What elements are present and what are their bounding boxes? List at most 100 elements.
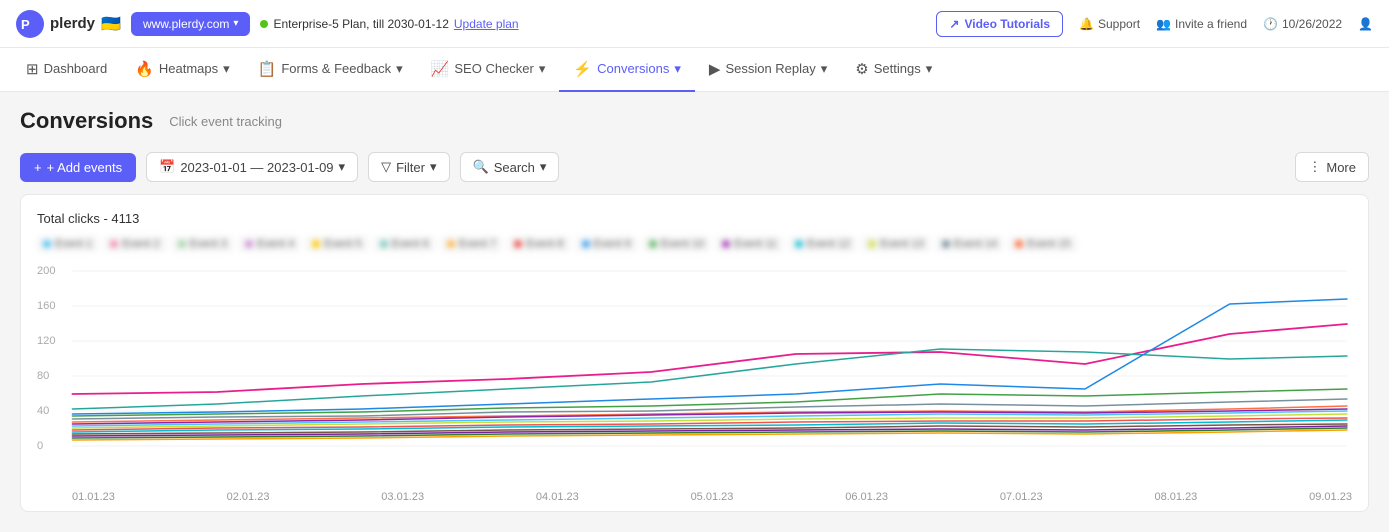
legend-item: Event 11 xyxy=(716,236,783,252)
x-axis-label: 07.01.23 xyxy=(1000,491,1043,503)
calendar-icon: 📅 xyxy=(159,159,175,175)
date-display: 🕐 10/26/2022 xyxy=(1263,17,1342,31)
legend-item: Event 15 xyxy=(1009,236,1076,252)
nav-heatmaps-label: Heatmaps xyxy=(159,61,218,76)
clock-icon: 🕐 xyxy=(1263,17,1278,31)
ukraine-flag: 🇺🇦 xyxy=(101,14,121,34)
site-url: www.plerdy.com xyxy=(143,17,229,31)
legend-item: Event 7 xyxy=(441,236,502,252)
chart-container: Total clicks - 4113 Event 1Event 2Event … xyxy=(20,194,1369,512)
search-chevron-icon: ▾ xyxy=(540,159,547,175)
svg-text:200: 200 xyxy=(37,265,56,277)
user-icon: 👤 xyxy=(1358,17,1373,31)
legend-item: Event 2 xyxy=(104,236,165,252)
svg-text:120: 120 xyxy=(37,335,56,347)
x-axis-label: 01.01.23 xyxy=(72,491,115,503)
seo-icon: 📈 xyxy=(431,60,450,78)
nav-item-session[interactable]: ▶ Session Replay ▾ xyxy=(695,48,841,92)
dashboard-icon: ⊞ xyxy=(26,60,39,78)
support-link[interactable]: 🔔 Support xyxy=(1079,17,1140,31)
nav-item-seo[interactable]: 📈 SEO Checker ▾ xyxy=(417,48,560,92)
x-axis-label: 08.01.23 xyxy=(1154,491,1197,503)
filter-button[interactable]: ▽ Filter ▾ xyxy=(368,152,449,182)
nav-dashboard-label: Dashboard xyxy=(44,61,108,76)
heatmaps-chevron-icon: ▾ xyxy=(223,61,230,77)
nav-settings-label: Settings xyxy=(874,61,921,76)
update-plan-link[interactable]: Update plan xyxy=(454,17,519,31)
plan-info: Enterprise-5 Plan, till 2030-01-12 Updat… xyxy=(260,17,518,31)
chevron-down-icon: ▾ xyxy=(233,18,238,29)
nav-session-label: Session Replay xyxy=(725,61,815,76)
video-tutorials-button[interactable]: ↗ Video Tutorials xyxy=(936,11,1063,37)
legend-item: Event 1 xyxy=(37,236,98,252)
legend-item: Event 8 xyxy=(508,236,569,252)
legend-item: Event 10 xyxy=(643,236,710,252)
svg-text:0: 0 xyxy=(37,440,43,452)
x-axis-label: 05.01.23 xyxy=(691,491,734,503)
filter-chevron-icon: ▾ xyxy=(430,159,437,175)
user-avatar[interactable]: 👤 xyxy=(1358,17,1373,31)
invite-link[interactable]: 👥 Invite a friend xyxy=(1156,17,1247,31)
legend-item: Event 5 xyxy=(306,236,367,252)
add-events-label: + Add events xyxy=(47,160,123,175)
legend-item: Event 13 xyxy=(862,236,929,252)
x-axis-label: 02.01.23 xyxy=(227,491,270,503)
site-button[interactable]: www.plerdy.com ▾ xyxy=(131,12,251,36)
more-label: More xyxy=(1326,160,1356,175)
nav-item-forms[interactable]: 📋 Forms & Feedback ▾ xyxy=(244,48,417,92)
conversions-icon: ⚡ xyxy=(573,60,592,78)
legend-item: Event 14 xyxy=(936,236,1003,252)
x-axis-label: 06.01.23 xyxy=(845,491,888,503)
chart-legend: Event 1 Event 2 Event 3 Event 4 Event 5 Event… xyxy=(37,236,1352,252)
external-link-icon: ↗ xyxy=(949,17,959,31)
plan-text: Enterprise-5 Plan, till 2030-01-12 xyxy=(273,17,448,31)
nav-item-settings[interactable]: ⚙ Settings ▾ xyxy=(841,48,946,92)
svg-text:P: P xyxy=(21,17,30,32)
toolbar: + + Add events 📅 2023-01-01 — 2023-01-09… xyxy=(0,144,1389,194)
nav-item-heatmaps[interactable]: 🔥 Heatmaps ▾ xyxy=(121,48,243,92)
nav-seo-label: SEO Checker xyxy=(454,61,533,76)
logo: P plerdy 🇺🇦 xyxy=(16,10,121,38)
legend-item: Event 9 xyxy=(576,236,637,252)
topbar-right: ↗ Video Tutorials 🔔 Support 👥 Invite a f… xyxy=(936,11,1373,37)
search-icon: 🔍 xyxy=(473,159,489,175)
nav-item-conversions[interactable]: ⚡ Conversions ▾ xyxy=(559,48,694,92)
more-button[interactable]: ⋮ More xyxy=(1295,152,1369,182)
svg-text:40: 40 xyxy=(37,405,49,417)
session-chevron-icon: ▾ xyxy=(821,61,828,77)
seo-chevron-icon: ▾ xyxy=(539,61,546,77)
session-icon: ▶ xyxy=(709,60,721,78)
line-chart: 200 160 120 80 40 0 xyxy=(37,264,1352,484)
svg-text:160: 160 xyxy=(37,300,56,312)
support-label: Support xyxy=(1098,17,1140,31)
page-title: Conversions xyxy=(20,108,153,134)
date-range-chevron-icon: ▾ xyxy=(339,159,346,175)
date-range-picker[interactable]: 📅 2023-01-01 — 2023-01-09 ▾ xyxy=(146,152,358,182)
filter-icon: ▽ xyxy=(381,159,391,175)
heatmaps-icon: 🔥 xyxy=(135,60,154,78)
invite-icon: 👥 xyxy=(1156,17,1171,31)
plus-icon: + xyxy=(34,160,42,175)
nav-item-dashboard[interactable]: ⊞ Dashboard xyxy=(12,48,121,92)
page-header: Conversions Click event tracking xyxy=(0,92,1389,144)
legend-item: Event 4 xyxy=(239,236,300,252)
plan-status-dot xyxy=(260,20,268,28)
topbar-left: P plerdy 🇺🇦 www.plerdy.com ▾ Enterprise-… xyxy=(16,10,519,38)
settings-icon: ⚙ xyxy=(855,60,868,78)
settings-chevron-icon: ▾ xyxy=(926,61,933,77)
date-text: 10/26/2022 xyxy=(1282,17,1342,31)
legend-item: Event 6 xyxy=(374,236,435,252)
navbar: ⊞ Dashboard 🔥 Heatmaps ▾ 📋 Forms & Feedb… xyxy=(0,48,1389,92)
page-subtitle: Click event tracking xyxy=(169,114,282,129)
x-axis-label: 04.01.23 xyxy=(536,491,579,503)
legend-item: Event 3 xyxy=(172,236,233,252)
chart-title: Total clicks - 4113 xyxy=(37,211,1352,226)
date-range-label: 2023-01-01 — 2023-01-09 xyxy=(180,160,333,175)
x-axis-label: 09.01.23 xyxy=(1309,491,1352,503)
nav-conversions-label: Conversions xyxy=(597,61,669,76)
add-events-button[interactable]: + + Add events xyxy=(20,153,136,182)
search-button[interactable]: 🔍 Search ▾ xyxy=(460,152,560,182)
svg-text:80: 80 xyxy=(37,370,49,382)
logo-text: plerdy xyxy=(50,15,95,32)
forms-chevron-icon: ▾ xyxy=(396,61,403,77)
